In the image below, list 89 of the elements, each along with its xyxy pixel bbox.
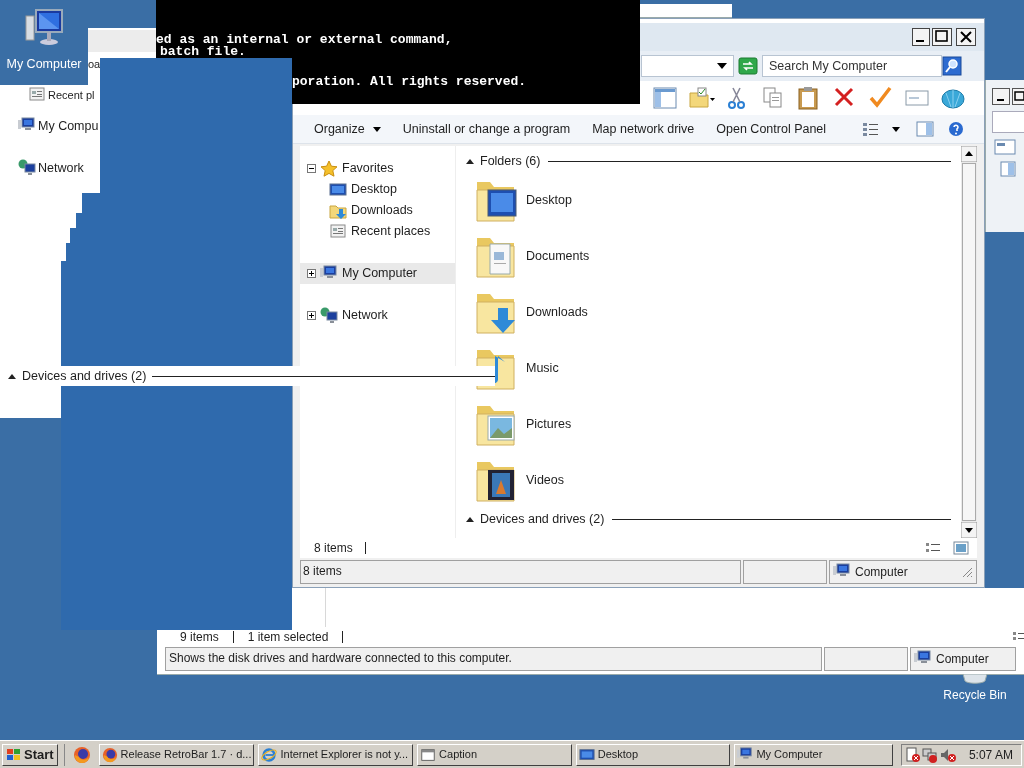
flag-warning-icon[interactable] (906, 746, 920, 763)
details-view-icon[interactable] (925, 541, 941, 555)
search-field[interactable]: Search My Computer (762, 55, 942, 77)
console-line: batch file. (160, 46, 247, 58)
collapse-icon[interactable] (307, 164, 316, 173)
nav-item[interactable]: My Computer (342, 264, 418, 283)
desktop-icon (329, 180, 347, 199)
nav-item[interactable]: Recent places (351, 222, 431, 241)
nav-item-selected[interactable]: My Computer (300, 263, 455, 284)
scroll-down-button[interactable] (961, 522, 977, 538)
folder-label[interactable]: Downloads (526, 302, 588, 322)
group-header[interactable]: Folders (6) (480, 151, 541, 171)
window-icon (420, 746, 437, 763)
refresh-button[interactable] (738, 57, 758, 75)
nav-item[interactable]: Downloads (351, 201, 413, 220)
network-icon (320, 306, 338, 325)
help-icon[interactable] (948, 121, 964, 137)
recent-places-icon (28, 86, 46, 104)
toolbar-button[interactable]: Open Control Panel (707, 118, 836, 140)
dropdown-caret-icon[interactable] (717, 63, 727, 69)
resize-grip-icon[interactable] (961, 566, 973, 578)
expand-icon[interactable] (307, 269, 316, 278)
caret-icon[interactable] (892, 126, 900, 132)
console-line: ed as an internal or external command, (156, 34, 454, 46)
view-pane-icon[interactable] (994, 139, 1016, 155)
taskbar-button[interactable]: Caption (417, 743, 572, 766)
minimize-button[interactable] (912, 28, 930, 46)
scrollbar[interactable] (961, 146, 977, 538)
folder-options-icon[interactable] (688, 85, 716, 111)
group-header[interactable]: Devices and drives (2) (22, 366, 147, 386)
nav-item[interactable]: Network (342, 306, 388, 325)
maximize-button[interactable] (1012, 88, 1024, 105)
folder-label[interactable]: Documents (526, 246, 590, 266)
collapse-arrow-icon[interactable] (466, 158, 474, 164)
caret-icon (372, 126, 381, 132)
firefox-icon (101, 746, 118, 763)
network-error-icon[interactable] (922, 746, 938, 763)
collapse-arrow-icon[interactable] (8, 373, 16, 379)
windows-logo-icon (6, 747, 22, 762)
address-field[interactable] (641, 55, 734, 77)
toolbar-button[interactable]: Uninstall or change a program (393, 118, 580, 140)
desktop-icon-label[interactable]: Recycle Bin (943, 686, 1007, 704)
folder-label[interactable]: Videos (526, 470, 564, 490)
start-button[interactable]: Start (2, 743, 58, 766)
search-icon[interactable] (942, 56, 962, 76)
expand-icon[interactable] (307, 311, 316, 320)
folder-label[interactable]: Pictures (526, 414, 572, 434)
group-header[interactable]: Devices and drives (2) (480, 509, 605, 529)
maximize-button[interactable] (932, 28, 952, 46)
toolbar-button[interactable]: Organize (305, 118, 390, 140)
network-icon (18, 159, 36, 177)
location-label: Computer (855, 564, 908, 581)
folder-label[interactable]: Music (526, 358, 559, 378)
scroll-thumb[interactable] (962, 163, 976, 521)
internet-explorer-icon (261, 746, 278, 763)
taskbar-button[interactable]: Desktop (575, 743, 731, 766)
nav-item[interactable]: Network (38, 158, 84, 178)
nav-item[interactable]: Recent pl (48, 86, 95, 104)
status-text: 8 items (300, 560, 741, 584)
location-label: Computer (936, 651, 989, 668)
status-text: Shows the disk drives and hardware connected to this computer. (165, 647, 822, 671)
nav-item[interactable]: Desktop (351, 180, 397, 199)
console-line: poration. All rights reserved. (292, 76, 528, 88)
minimize-button[interactable] (992, 88, 1010, 105)
nav-item[interactable]: My Compu (38, 116, 99, 136)
toolbar-button[interactable]: Map network drive (583, 118, 704, 140)
nav-item[interactable]: oa (88, 55, 101, 73)
taskbar-button[interactable]: My Computer (734, 743, 893, 766)
close-button[interactable] (956, 28, 976, 46)
star-icon (320, 159, 338, 178)
recycle-bin-icon[interactable] (960, 674, 990, 684)
view-options-icon[interactable] (862, 121, 880, 137)
clock: 5:07 AM (968, 746, 1014, 764)
desktop-icon (578, 746, 595, 763)
firefox-icon[interactable] (72, 745, 91, 764)
taskbar-button[interactable]: Internet Explorer is not y... (258, 743, 414, 766)
collapse-arrow-icon[interactable] (466, 516, 474, 522)
desktop-icon-label[interactable]: My Computer (6, 55, 82, 74)
nav-item[interactable]: Favorites (342, 159, 394, 178)
taskbar-button[interactable]: Release RetroBar 1.7 · d... (98, 743, 255, 766)
row-highlight (88, 30, 158, 52)
recent-places-icon (329, 222, 347, 241)
scroll-up-button[interactable] (961, 146, 977, 162)
item-count: 1 item selected (247, 629, 329, 646)
address-field[interactable] (992, 111, 1024, 133)
item-count: 9 items (180, 629, 219, 646)
item-count: 8 items (314, 540, 353, 557)
folder-label[interactable]: Desktop (526, 190, 572, 210)
layout-pane-icon[interactable] (652, 85, 680, 111)
